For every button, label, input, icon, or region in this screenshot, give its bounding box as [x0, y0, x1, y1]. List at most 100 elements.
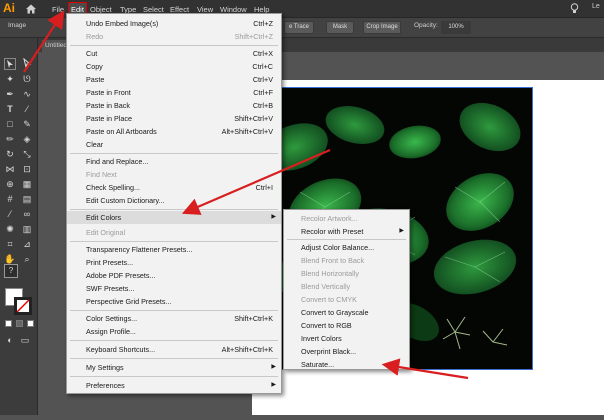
menu-item-label: Paste in Place: [86, 114, 132, 123]
edit-menu-item-paste-in-front[interactable]: Paste in Front Ctrl+F: [67, 86, 281, 99]
direct-selection-tool-icon[interactable]: [21, 57, 33, 70]
edit-menu-item-preferences[interactable]: Preferences ▶: [67, 379, 281, 392]
zoom-tool-icon[interactable]: ⌕: [21, 253, 33, 265]
edit-menu-item-color-settings[interactable]: Color Settings... Shift+Ctrl+K: [67, 312, 281, 325]
screen-mode-icon[interactable]: ▭: [19, 334, 31, 346]
paintbrush-tool-icon[interactable]: ✎: [21, 118, 33, 130]
mask-button[interactable]: Mask: [326, 21, 354, 34]
none-mode-icon[interactable]: [27, 320, 34, 327]
lightbulb-icon[interactable]: [570, 3, 579, 16]
menu-item-shortcut: Ctrl+F: [253, 88, 273, 97]
column-graph-tool-icon[interactable]: ▥: [21, 223, 33, 235]
rotate-tool-icon[interactable]: ↻: [4, 148, 16, 160]
menu-item-shortcut: Ctrl+Z: [253, 19, 273, 28]
draw-mode-icon[interactable]: ◐: [4, 334, 16, 346]
menu-item-label: Saturate...: [301, 360, 335, 369]
edit-colors-item-blend-vertically: Blend Vertically: [284, 280, 409, 293]
eyedropper-tool-icon[interactable]: ⁄: [4, 208, 16, 220]
selection-tool-icon[interactable]: [4, 58, 16, 70]
edit-menu-item-transparency-flattener-presets[interactable]: Transparency Flattener Presets...: [67, 243, 281, 256]
edit-menu-item-assign-profile[interactable]: Assign Profile...: [67, 325, 281, 338]
lasso-tool-icon[interactable]: ᘎ: [21, 73, 33, 85]
pencil-tool-icon[interactable]: ✏: [4, 133, 16, 145]
line-tool-icon[interactable]: ∕: [21, 103, 33, 115]
edit-menu-item-find-and-replace[interactable]: Find and Replace...: [67, 155, 281, 168]
menu-separator: [70, 310, 278, 311]
menu-item-label: Copy: [86, 62, 103, 71]
submenu-arrow-icon: ▶: [271, 382, 276, 388]
artboard-tool-icon[interactable]: ⌗: [4, 238, 16, 250]
edit-colors-item-invert-colors[interactable]: Invert Colors: [284, 332, 409, 345]
edit-menu-item-adobe-pdf-presets[interactable]: Adobe PDF Presets...: [67, 269, 281, 282]
edit-menu: Undo Embed Image(s) Ctrl+Z Redo Shift+Ctrl+…: [66, 13, 282, 394]
eraser-tool-icon[interactable]: ◈: [21, 133, 33, 145]
edit-colors-item-saturate[interactable]: Saturate...: [284, 358, 409, 371]
menu-item-label: Transparency Flattener Presets...: [86, 245, 193, 254]
curvature-tool-icon[interactable]: ∿: [21, 88, 33, 100]
menu-item-label: Color Settings...: [86, 314, 138, 323]
menu-item-label: Adjust Color Balance...: [301, 243, 375, 252]
edit-menu-item-my-settings[interactable]: My Settings ▶: [67, 361, 281, 374]
width-tool-icon[interactable]: ⋈: [4, 163, 16, 175]
perspective-grid-tool-icon[interactable]: ▦: [21, 178, 33, 190]
edit-colors-item-convert-to-grayscale[interactable]: Convert to Grayscale: [284, 306, 409, 319]
pen-tool-icon[interactable]: ✒: [4, 88, 16, 100]
edit-colors-item-overprint-black[interactable]: Overprint Black...: [284, 345, 409, 358]
shape-builder-tool-icon[interactable]: ⊕: [4, 178, 16, 190]
edit-menu-item-print-presets[interactable]: Print Presets...: [67, 256, 281, 269]
menu-item-shortcut: Shift+Ctrl+V: [234, 114, 273, 123]
edit-menu-item-swf-presets[interactable]: SWF Presets...: [67, 282, 281, 295]
edit-menu-item-edit-original: Edit Original: [67, 226, 281, 239]
edit-menu-item-keyboard-shortcuts[interactable]: Keyboard Shortcuts... Alt+Shift+Ctrl+K: [67, 343, 281, 356]
edit-menu-item-check-spelling[interactable]: Check Spelling... Ctrl+I: [67, 181, 281, 194]
edit-menu-item-paste-in-back[interactable]: Paste in Back Ctrl+B: [67, 99, 281, 112]
edit-menu-item-copy[interactable]: Copy Ctrl+C: [67, 60, 281, 73]
edit-menu-item-cut[interactable]: Cut Ctrl+X: [67, 47, 281, 60]
crop-image-button[interactable]: Crop Image: [363, 21, 401, 34]
menu-item-label: Blend Horizontally: [301, 269, 359, 278]
color-mode-icon[interactable]: [5, 320, 12, 327]
gradient-tool-icon[interactable]: ▤: [21, 193, 33, 205]
stroke-swatch[interactable]: [14, 297, 32, 315]
scale-tool-icon[interactable]: ⤡: [21, 148, 33, 160]
symbol-sprayer-tool-icon[interactable]: ✺: [4, 223, 16, 235]
menu-item-label: Paste on All Artboards: [86, 127, 157, 136]
menu-item-label: Cut: [86, 49, 98, 58]
edit-menu-item-perspective-grid-presets[interactable]: Perspective Grid Presets...: [67, 295, 281, 308]
menu-separator: [70, 340, 278, 341]
edit-menu-item-paste-on-all-artboards[interactable]: Paste on All Artboards Alt+Shift+Ctrl+V: [67, 125, 281, 138]
edit-menu-item-undo-embed-image-s[interactable]: Undo Embed Image(s) Ctrl+Z: [67, 17, 281, 30]
blend-tool-icon[interactable]: ∞: [21, 208, 33, 220]
magic-wand-tool-icon[interactable]: ✦: [4, 73, 16, 85]
edit-menu-item-edit-custom-dictionary[interactable]: Edit Custom Dictionary...: [67, 194, 281, 207]
mesh-tool-icon[interactable]: #: [4, 193, 16, 205]
edit-menu-item-clear[interactable]: Clear: [67, 138, 281, 151]
edit-colors-item-convert-to-rgb[interactable]: Convert to RGB: [284, 319, 409, 332]
edit-menu-item-edit-colors[interactable]: Edit Colors ▶: [67, 211, 281, 224]
menu-item-label: Convert to Grayscale: [301, 308, 369, 317]
rectangle-tool-icon[interactable]: □: [4, 118, 16, 130]
menu-item-label: Print Presets...: [86, 258, 134, 267]
edit-colors-item-recolor-with-preset[interactable]: Recolor with Preset ▶: [284, 225, 409, 238]
gradient-mode-icon[interactable]: [16, 320, 23, 327]
edit-toolbar-icon[interactable]: ?: [4, 264, 18, 278]
edit-menu-item-redo: Redo Shift+Ctrl+Z: [67, 30, 281, 43]
home-icon[interactable]: [25, 2, 37, 14]
menu-item-shortcut: Ctrl+B: [252, 101, 273, 110]
menu-item-shortcut: Ctrl+C: [252, 62, 273, 71]
type-tool-icon[interactable]: T: [4, 103, 16, 115]
submenu-arrow-icon: ▶: [271, 214, 276, 220]
edit-colors-item-adjust-color-balance[interactable]: Adjust Color Balance...: [284, 241, 409, 254]
tools-panel: ✦ ᘎ ✒ ∿ T ∕ □ ✎ ✏ ◈ ↻ ⤡ ⋈ ⊡ ⊕ ▦ # ▤ ⁄ ∞ …: [0, 38, 38, 415]
menu-file[interactable]: File: [50, 3, 66, 16]
menu-separator: [70, 45, 278, 46]
edit-menu-item-paste[interactable]: Paste Ctrl+V: [67, 73, 281, 86]
edit-menu-item-paste-in-place[interactable]: Paste in Place Shift+Ctrl+V: [67, 112, 281, 125]
menu-item-label: Clear: [86, 140, 104, 149]
slice-tool-icon[interactable]: ⊿: [21, 238, 33, 250]
opacity-field[interactable]: 100%: [441, 21, 471, 34]
workspace-label[interactable]: Le: [592, 3, 600, 10]
menu-item-shortcut: Ctrl+I: [255, 183, 273, 192]
free-transform-tool-icon[interactable]: ⊡: [21, 163, 33, 175]
image-trace-button[interactable]: e Trace: [284, 21, 314, 34]
